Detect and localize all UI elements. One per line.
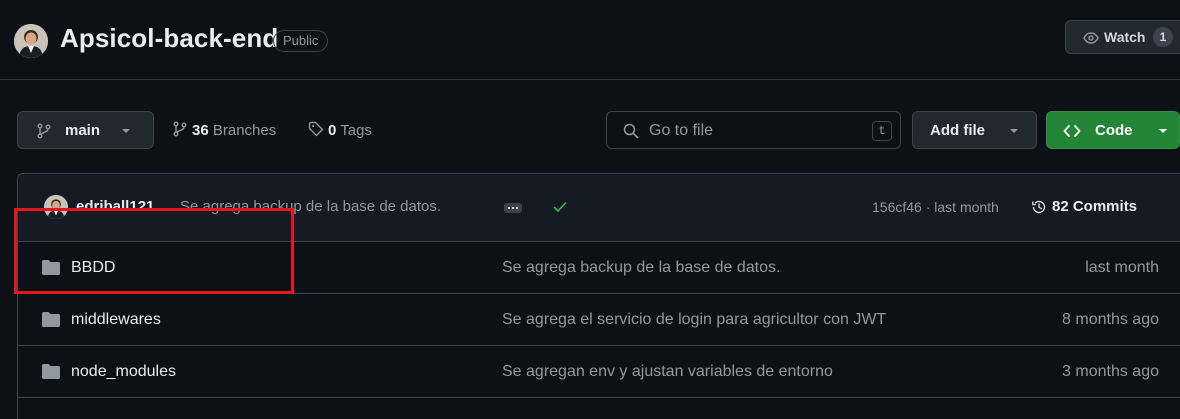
- file-name[interactable]: BBDD: [71, 259, 115, 277]
- history-icon: [1032, 200, 1046, 214]
- search-icon: [623, 123, 639, 139]
- tag-icon: [308, 121, 324, 137]
- commit-hash-time[interactable]: 156cf46 · last month: [872, 199, 999, 215]
- commit-author-avatar[interactable]: [44, 195, 68, 219]
- go-to-file-input[interactable]: [647, 119, 861, 143]
- branches-count: 36: [192, 122, 209, 139]
- code-icon: [1063, 125, 1081, 137]
- file-commit-message[interactable]: Se agrega backup de la base de datos.: [502, 259, 780, 277]
- file-commit-message[interactable]: Se agregan env y ajustan variables de en…: [502, 363, 833, 381]
- commit-author[interactable]: edriball121: [76, 198, 154, 215]
- watch-count: 1: [1153, 27, 1173, 47]
- tags-label: Tags: [340, 122, 372, 139]
- check-icon[interactable]: [553, 201, 567, 213]
- repo-page: Apsicol-back-end Public Watch 1 main 36 …: [0, 0, 1180, 419]
- commits-count: 82 Commits: [1052, 198, 1138, 215]
- file-name[interactable]: middlewares: [71, 311, 161, 329]
- chevron-down-icon: [122, 129, 130, 133]
- branch-select-button[interactable]: main: [17, 111, 154, 149]
- file-commit-message[interactable]: Se agrega el servicio de login para agri…: [502, 311, 886, 329]
- git-branch-icon: [173, 121, 187, 137]
- repo-name[interactable]: Apsicol-back-end: [60, 23, 278, 54]
- add-file-button[interactable]: Add file: [912, 111, 1037, 149]
- folder-icon: [42, 364, 60, 379]
- file-commit-time: last month: [1085, 259, 1159, 276]
- code-button[interactable]: Code: [1046, 111, 1180, 149]
- branches-label: Branches: [212, 122, 277, 139]
- search-shortcut-key: t: [872, 121, 892, 141]
- file-row[interactable]: BBDD Se agrega backup de la base de dato…: [18, 242, 1180, 294]
- file-commit-time: 8 months ago: [1062, 311, 1159, 328]
- file-commit-time: 3 months ago: [1062, 363, 1159, 380]
- owner-avatar[interactable]: [14, 24, 48, 58]
- latest-commit-bar: edriball121 Se agrega backup de la base …: [18, 174, 1180, 242]
- branch-name: main: [65, 122, 101, 139]
- file-name[interactable]: node_modules: [71, 363, 176, 381]
- file-row[interactable]: middlewares Se agrega el servicio de log…: [18, 294, 1180, 346]
- eye-icon: [1083, 32, 1099, 44]
- commit-message[interactable]: Se agrega backup de la base de datos.: [180, 198, 441, 215]
- go-to-file-field[interactable]: t: [606, 111, 901, 149]
- commit-details-button[interactable]: [504, 203, 522, 213]
- git-branch-icon: [37, 123, 51, 139]
- folder-icon: [42, 260, 60, 275]
- visibility-badge: Public: [273, 30, 329, 52]
- file-row[interactable]: node_modules Se agregan env y ajustan va…: [18, 346, 1180, 398]
- code-label: Code: [1095, 122, 1133, 139]
- chevron-down-icon: [1010, 129, 1018, 133]
- file-table: edriball121 Se agrega backup de la base …: [17, 173, 1180, 419]
- watch-label: Watch: [1104, 29, 1146, 45]
- tags-link[interactable]: 0 Tags: [308, 121, 372, 139]
- branches-link[interactable]: 36 Branches: [172, 121, 276, 139]
- repo-header: Apsicol-back-end Public Watch 1: [0, 0, 1180, 80]
- watch-button[interactable]: Watch 1: [1065, 20, 1180, 54]
- tags-count: 0: [328, 122, 337, 139]
- chevron-down-icon: [1159, 129, 1167, 133]
- add-file-label: Add file: [930, 122, 985, 139]
- folder-icon: [42, 312, 60, 327]
